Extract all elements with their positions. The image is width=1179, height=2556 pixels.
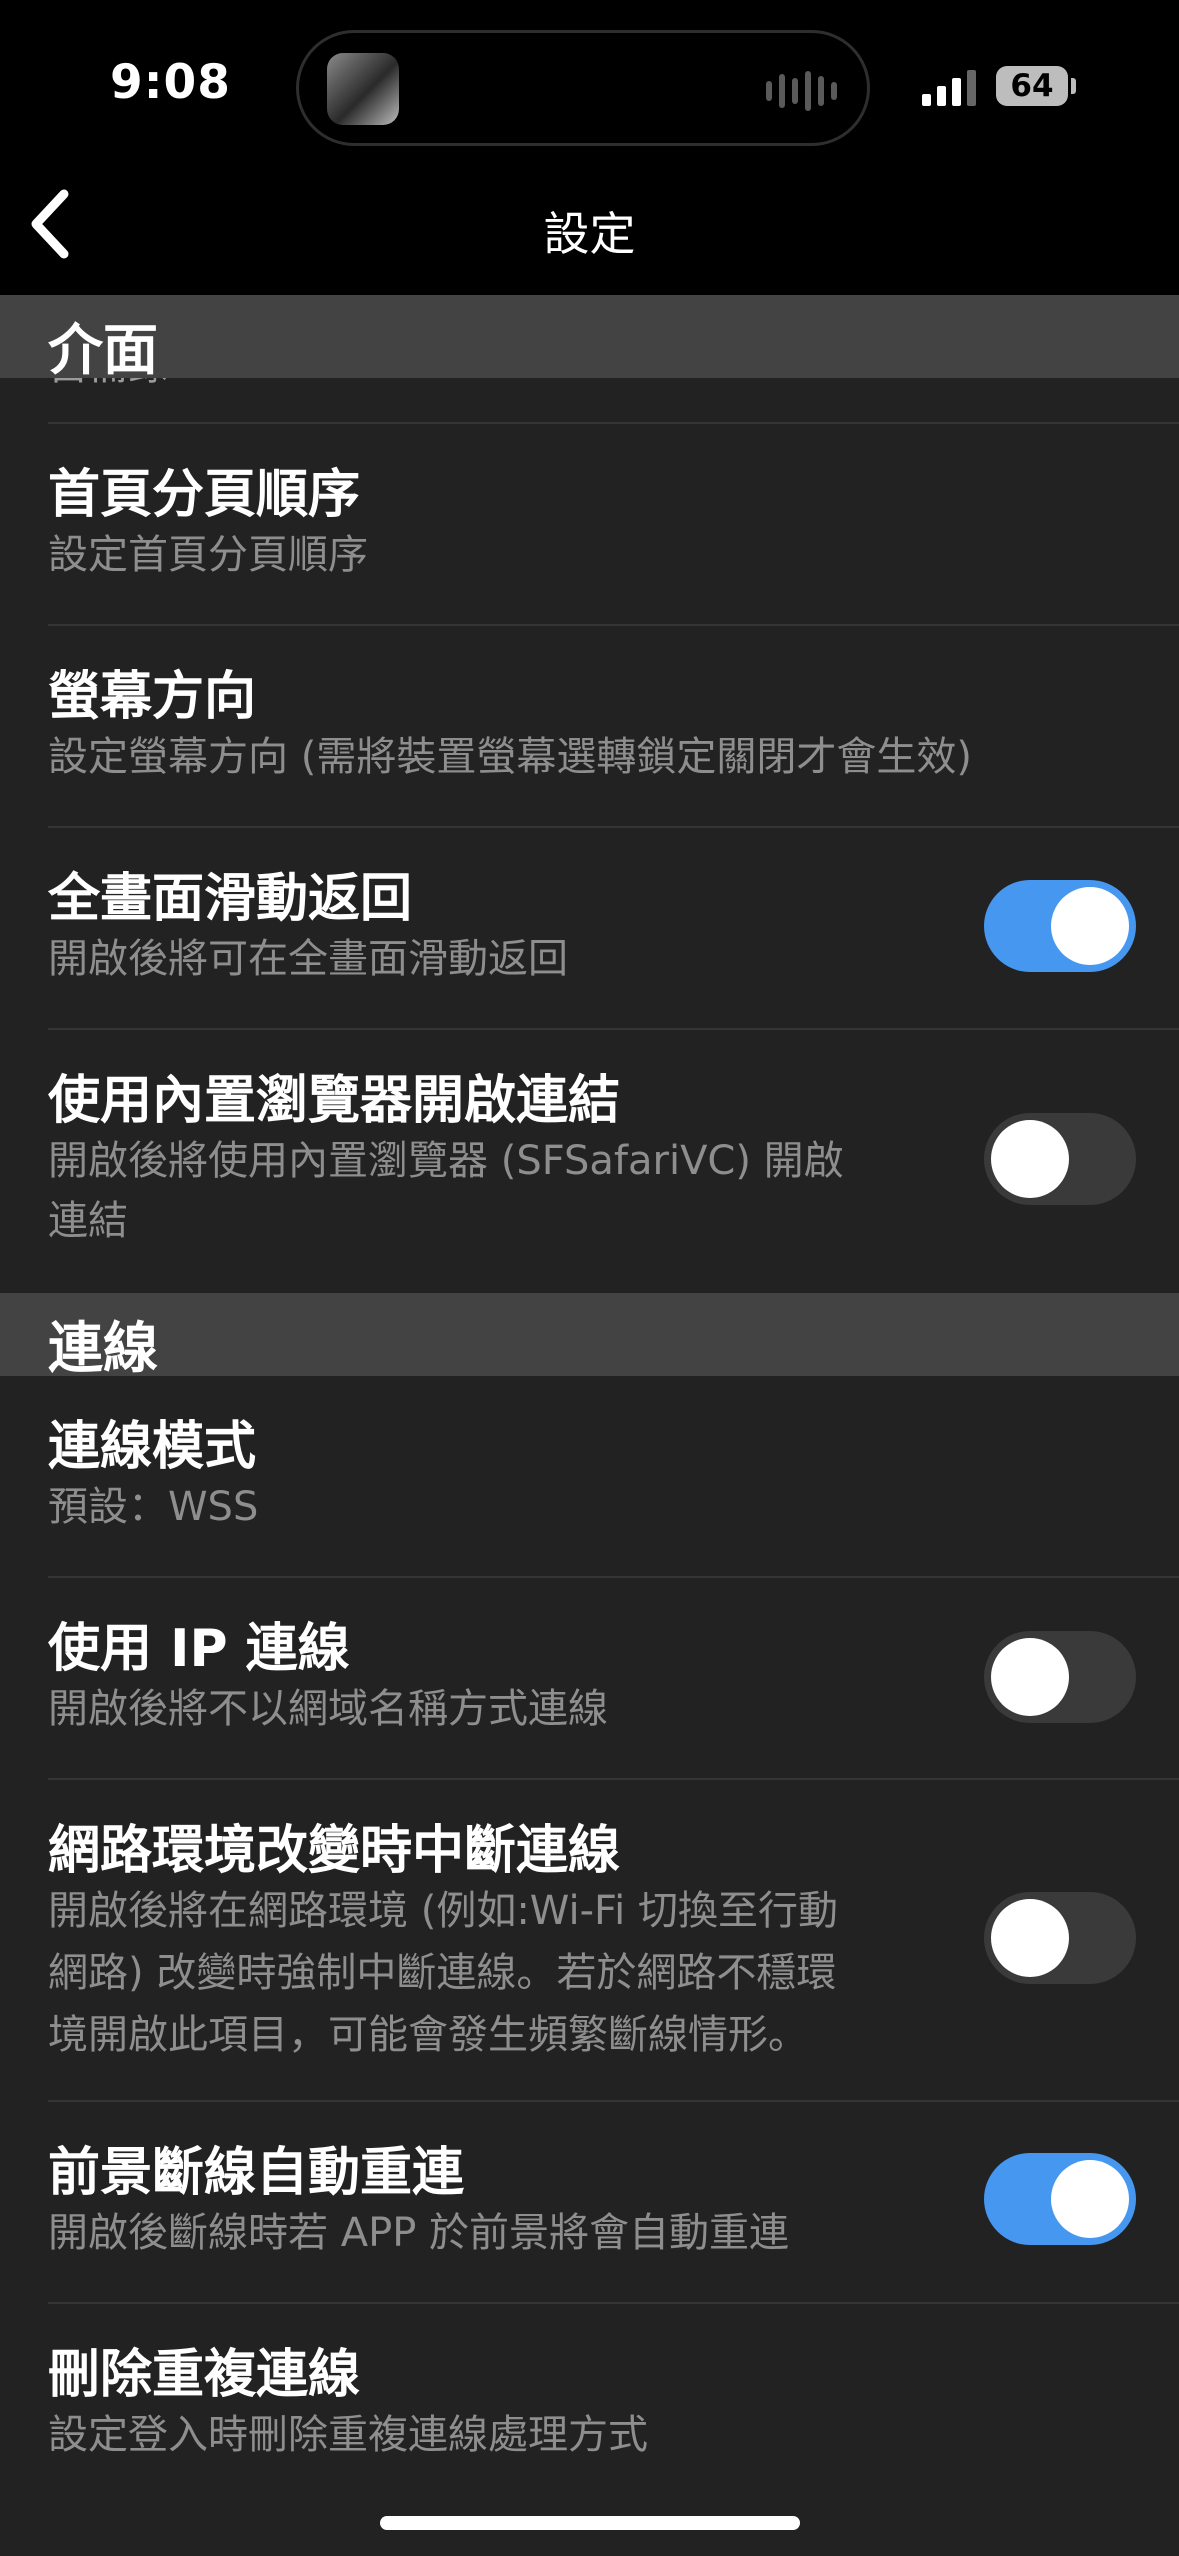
item-title: 網路環境改變時中斷連線 (48, 1821, 621, 1881)
builtin-browser-row: 使用內置瀏覽器開啟連結 開啟後將使用內置瀏覽器 (SFSafariVC) 開啟 … (0, 1030, 1179, 1290)
item-subtitle-line2: 網路) 改變時強制中斷連線。若於網路不穩環 (48, 1950, 837, 1996)
home-indicator[interactable] (380, 2516, 800, 2530)
toggle-knob (1051, 2160, 1129, 2238)
item-title: 連線模式 (48, 1417, 257, 1477)
network-change-disconnect-row: 網路環境改變時中斷連線 開啟後將在網路環境 (例如:Wi-Fi 切換至行動 網路… (0, 1780, 1179, 2100)
status-time: 9:08 (110, 55, 231, 110)
section-header-connection: 連線 (0, 1293, 1179, 1380)
bottom-safe-area (0, 2454, 1179, 2556)
delete-duplicate-connection-row[interactable]: 刪除重複連線 設定登入時刪除重複連線處理方式 (0, 2304, 1179, 2454)
item-title: 全畫面滑動返回 (48, 869, 413, 929)
toggle-knob (991, 1638, 1069, 1716)
fullscreen-swipe-back-row: 全畫面滑動返回 開啟後將可在全畫面滑動返回 (0, 828, 1179, 1028)
network-change-toggle[interactable] (984, 1892, 1136, 1984)
toggle-knob (991, 1899, 1069, 1977)
battery-icon: 64 (996, 66, 1068, 106)
auto-reconnect-toggle[interactable] (984, 2153, 1136, 2245)
auto-reconnect-row: 前景斷線自動重連 開啟後斷線時若 APP 於前景將會自動重連 (0, 2102, 1179, 2302)
battery-tip (1071, 78, 1076, 94)
tab-order-row[interactable]: 首頁分頁順序 設定首頁分頁順序 (0, 424, 1179, 624)
item-subtitle: 開啟後將不以網域名稱方式連線 (48, 1686, 608, 1732)
item-title: 螢幕方向 (48, 667, 257, 727)
item-subtitle: 預設：WSS (48, 1484, 259, 1530)
item-subtitle: 開啟後將可在全畫面滑動返回 (48, 936, 568, 982)
status-bar: 9:08 64 (0, 0, 1179, 160)
builtin-browser-toggle[interactable] (984, 1113, 1136, 1205)
item-title: 使用內置瀏覽器開啟連結 (48, 1071, 621, 1131)
screen-orientation-row[interactable]: 螢幕方向 設定螢幕方向 (需將裝置螢幕選轉鎖定關閉才會生效) (0, 626, 1179, 826)
item-subtitle: 設定登入時刪除重複連線處理方式 (48, 2412, 648, 2454)
cellular-signal-icon (922, 68, 976, 106)
now-playing-artwork (327, 53, 399, 125)
audio-waveform-icon (766, 69, 837, 113)
toggle-knob (1051, 887, 1129, 965)
section-title: 介面 (48, 318, 159, 382)
use-ip-row: 使用 IP 連線 開啟後將不以網域名稱方式連線 (0, 1578, 1179, 1778)
settings-list[interactable]: 自備錄 介面 首頁分頁順序 設定首頁分頁順序 螢幕方向 設定螢幕方向 (需將裝置… (0, 295, 1179, 2454)
swipe-back-toggle[interactable] (984, 880, 1136, 972)
item-title: 使用 IP 連線 (48, 1619, 350, 1679)
page-title: 設定 (543, 207, 636, 261)
item-title: 刪除重複連線 (48, 2345, 361, 2405)
item-subtitle-line2: 連結 (48, 1198, 128, 1244)
item-title: 前景斷線自動重連 (48, 2143, 465, 2203)
toggle-knob (991, 1120, 1069, 1198)
item-subtitle: 開啟後斷線時若 APP 於前景將會自動重連 (48, 2210, 790, 2256)
navigation-bar: 設定 (0, 160, 1179, 295)
dynamic-island[interactable] (296, 30, 870, 146)
item-title: 首頁分頁順序 (48, 465, 361, 525)
section-title: 連線 (48, 1316, 159, 1380)
connection-mode-row[interactable]: 連線模式 預設：WSS (0, 1376, 1179, 1576)
section-header-interface: 介面 (0, 295, 1179, 382)
item-subtitle-line3: 境開啟此項目，可能會發生頻繁斷線情形。 (48, 2012, 808, 2058)
item-subtitle-line1: 開啟後將使用內置瀏覽器 (SFSafariVC) 開啟 (48, 1138, 844, 1184)
item-subtitle: 設定首頁分頁順序 (48, 532, 368, 578)
use-ip-toggle[interactable] (984, 1631, 1136, 1723)
item-subtitle-line1: 開啟後將在網路環境 (例如:Wi-Fi 切換至行動 (48, 1888, 838, 1934)
item-subtitle: 設定螢幕方向 (需將裝置螢幕選轉鎖定關閉才會生效) (48, 734, 972, 780)
